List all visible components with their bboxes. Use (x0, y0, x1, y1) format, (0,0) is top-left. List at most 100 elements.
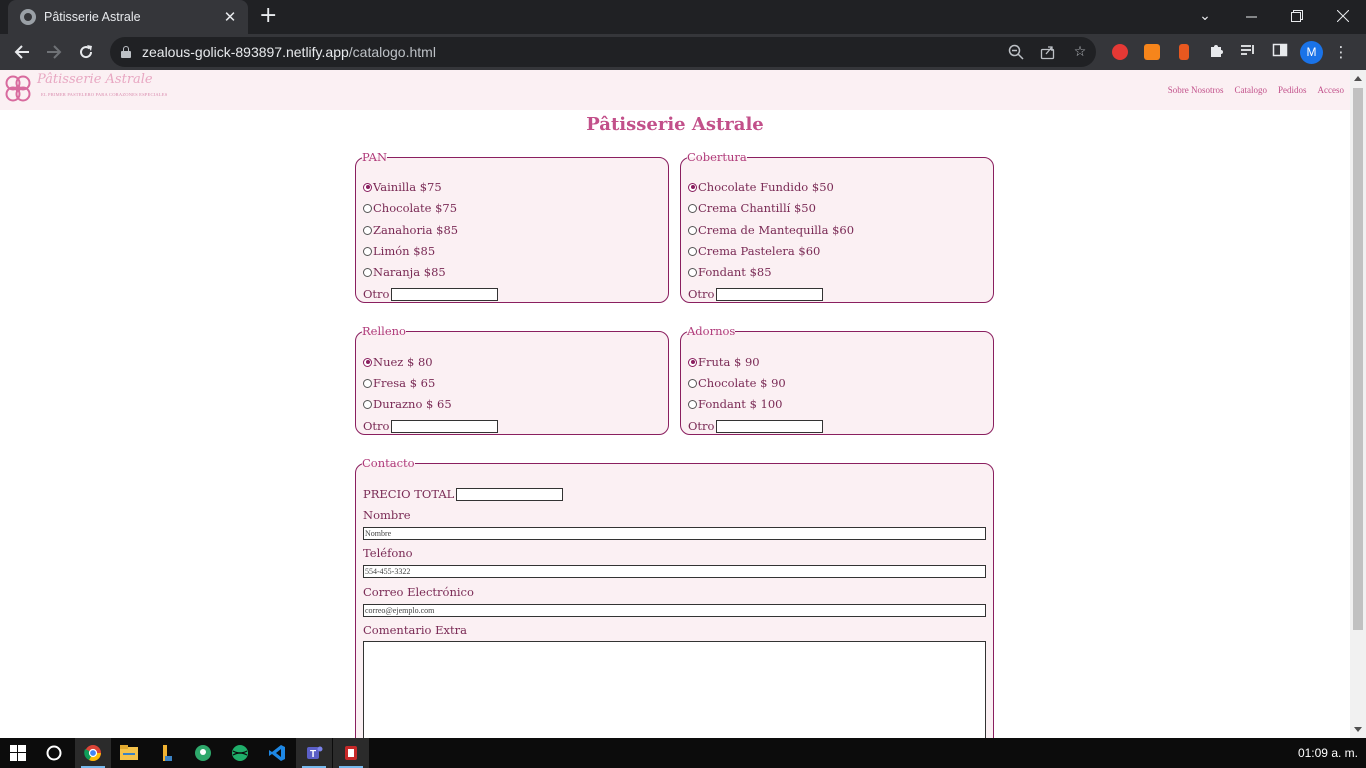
nav-link-catalogo[interactable]: Catalogo (1234, 85, 1267, 95)
fieldset-contacto: Contacto PRECIO TOTAL Nombre Nombre Telé… (355, 456, 994, 738)
radio-button[interactable] (363, 399, 372, 409)
page-scrollbar[interactable] (1350, 70, 1366, 738)
nombre-input[interactable]: Nombre (363, 527, 986, 540)
radio-option[interactable]: Fondant $ 100 (688, 397, 783, 411)
radio-option[interactable]: Nuez $ 80 (363, 355, 433, 369)
extension-figure-icon[interactable] (1179, 44, 1189, 60)
app-sphere-icon[interactable] (222, 738, 258, 768)
fieldset-relleno: Relleno Nuez $ 80 Fresa $ 65 Durazno $ 6… (355, 324, 669, 435)
fieldset-cobertura: Cobertura Chocolate Fundido $50 Crema Ch… (680, 150, 994, 303)
reload-icon[interactable] (74, 40, 98, 64)
relleno-other-input[interactable] (391, 419, 499, 433)
media-queue-icon[interactable] (1238, 42, 1258, 62)
radio-button[interactable] (363, 246, 372, 256)
tab-search-icon[interactable]: ⌄ (1182, 0, 1228, 32)
app-green-icon[interactable] (185, 738, 221, 768)
radio-button[interactable] (363, 357, 372, 367)
close-window-icon[interactable] (1320, 0, 1366, 32)
chrome-taskbar-icon[interactable] (75, 738, 111, 768)
share-icon[interactable] (1040, 44, 1056, 60)
globe-icon (20, 9, 36, 25)
site-nav: Sobre Nosotros Catalogo Pedidos Acceso (1168, 85, 1344, 95)
radio-button[interactable] (688, 378, 697, 388)
tab-title: Pâtisserie Astrale (44, 10, 141, 24)
svg-text:T: T (310, 749, 316, 760)
page-title: Pâtisserie Astrale (586, 114, 764, 135)
radio-option[interactable]: Fruta $ 90 (688, 355, 760, 369)
zoom-icon[interactable] (1008, 44, 1024, 60)
side-panel-icon[interactable] (1270, 42, 1290, 62)
file-explorer-icon[interactable] (111, 738, 147, 768)
radio-button[interactable] (363, 203, 372, 213)
radio-option[interactable]: Chocolate $75 (363, 201, 457, 215)
extensions-puzzle-icon[interactable] (1206, 42, 1226, 62)
vscode-icon[interactable] (259, 738, 295, 768)
browser-toolbar: zealous-golick-893897.netlify.app/catalo… (0, 34, 1366, 70)
radio-option[interactable]: Naranja $85 (363, 265, 446, 279)
radio-option[interactable]: Crema Pastelera $60 (688, 244, 820, 258)
telefono-input[interactable]: 554-455-3322 (363, 565, 986, 578)
app-figure-icon[interactable] (148, 738, 184, 768)
radio-button[interactable] (363, 182, 372, 192)
address-bar[interactable]: zealous-golick-893897.netlify.app/catalo… (110, 37, 1096, 67)
scrollbar-thumb[interactable] (1353, 88, 1363, 630)
nav-link-sobre-nosotros[interactable]: Sobre Nosotros (1168, 85, 1224, 95)
telefono-label: Teléfono (363, 546, 413, 560)
tab-close-icon[interactable]: ✕ (222, 8, 238, 26)
adornos-other-input[interactable] (716, 419, 824, 433)
site-logo[interactable]: Pâtisserie Astrale EL PRIMER PASTELERO P… (4, 72, 167, 105)
new-tab-icon[interactable]: + (259, 5, 277, 27)
scroll-up-icon[interactable] (1354, 76, 1362, 81)
radio-button[interactable] (688, 246, 697, 256)
radio-option[interactable]: Chocolate Fundido $50 (688, 180, 834, 194)
radio-option[interactable]: Fresa $ 65 (363, 376, 435, 390)
windows-start-icon[interactable] (0, 738, 36, 768)
lock-icon (121, 46, 131, 58)
radio-button[interactable] (363, 267, 372, 277)
radio-button[interactable] (688, 357, 697, 367)
radio-option[interactable]: Crema Chantillí $50 (688, 201, 816, 215)
restore-icon[interactable] (1274, 0, 1320, 32)
radio-option[interactable]: Limón $85 (363, 244, 435, 258)
app-red-icon[interactable] (333, 738, 369, 768)
radio-button[interactable] (688, 399, 697, 409)
fieldset-adornos: Adornos Fruta $ 90 Chocolate $ 90 Fondan… (680, 324, 994, 435)
precio-total-input[interactable] (456, 487, 564, 501)
legend-contacto: Contacto (362, 456, 415, 470)
radio-button[interactable] (688, 225, 697, 235)
url-text: zealous-golick-893897.netlify.app/catalo… (142, 44, 436, 60)
fieldset-pan: PAN Vainilla $75 Chocolate $75 Zanahoria… (355, 150, 669, 303)
scroll-down-icon[interactable] (1354, 727, 1362, 732)
taskbar: T 01:09 a. m. (0, 738, 1366, 768)
extension-red-icon[interactable] (1112, 44, 1128, 60)
taskbar-clock[interactable]: 01:09 a. m. (1298, 746, 1358, 760)
cobertura-other-input[interactable] (716, 287, 824, 301)
minimize-icon[interactable] (1228, 0, 1274, 32)
extension-fox-icon[interactable] (1144, 44, 1160, 60)
pan-other-input[interactable] (391, 287, 499, 301)
forward-icon[interactable] (42, 40, 66, 64)
radio-button[interactable] (688, 267, 697, 277)
nav-link-acceso[interactable]: Acceso (1318, 85, 1345, 95)
radio-button[interactable] (688, 182, 697, 192)
comentario-textarea[interactable] (363, 641, 986, 738)
teams-icon[interactable]: T (296, 738, 332, 768)
radio-button[interactable] (688, 203, 697, 213)
bookmark-star-icon[interactable]: ☆ (1072, 44, 1088, 60)
browser-tab[interactable]: Pâtisserie Astrale ✕ (8, 0, 248, 34)
radio-option[interactable]: Zanahoria $85 (363, 223, 458, 237)
profile-avatar[interactable]: M (1300, 41, 1323, 64)
search-circle-icon[interactable] (36, 738, 72, 768)
radio-button[interactable] (363, 378, 372, 388)
menu-kebab-icon[interactable]: ⋮ (1331, 42, 1351, 62)
back-icon[interactable] (10, 40, 34, 64)
radio-option[interactable]: Durazno $ 65 (363, 397, 452, 411)
nav-link-pedidos[interactable]: Pedidos (1278, 85, 1307, 95)
radio-option[interactable]: Fondant $85 (688, 265, 772, 279)
radio-option[interactable]: Vainilla $75 (363, 180, 442, 194)
radio-option[interactable]: Crema de Mantequilla $60 (688, 223, 854, 237)
radio-button[interactable] (363, 225, 372, 235)
precio-total-row: PRECIO TOTAL (363, 487, 564, 501)
radio-option[interactable]: Chocolate $ 90 (688, 376, 786, 390)
correo-input[interactable]: correo@ejemplo.com (363, 604, 986, 617)
